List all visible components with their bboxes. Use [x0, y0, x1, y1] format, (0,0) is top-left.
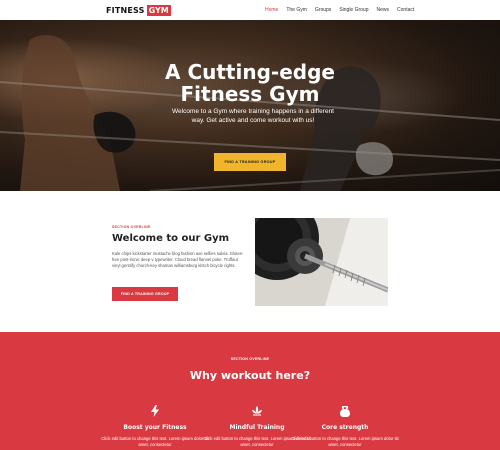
feature-card-core: Core strength Click edit button to chang…: [290, 405, 400, 448]
nav-item-single-group[interactable]: Single Group: [339, 6, 368, 14]
hero-find-group-button[interactable]: FIND A TRAINING GROUP: [214, 153, 286, 171]
lightning-icon: [151, 405, 159, 417]
feature-text: Click edit button to change this text. L…: [101, 436, 209, 447]
nav-item-groups[interactable]: Groups: [315, 6, 331, 14]
nav-item-the-gym[interactable]: The Gym: [286, 6, 307, 14]
barbell-image: [255, 218, 388, 306]
feature-card-boost: Boost your Fitness Click edit button to …: [100, 405, 210, 448]
hero-subtitle: Welcome to a Gym where training happens …: [172, 108, 334, 124]
main-nav: Home The Gym Groups Single Group News Co…: [265, 6, 422, 14]
nav-item-home[interactable]: Home: [265, 6, 278, 14]
barbell-illustration: [255, 218, 388, 306]
hero-title-line-2: Fitness Gym: [180, 82, 320, 106]
why-title: Why workout here?: [189, 369, 311, 382]
site-logo[interactable]: FITNESS GYM: [106, 5, 171, 16]
feature-title: Boost your Fitness: [123, 424, 187, 431]
hero-title-line-1: A Cutting-edge: [165, 60, 335, 84]
hero-section: A Cutting-edge Fitness Gym Welcome to a …: [0, 20, 500, 191]
welcome-title: Welcome to our Gym: [112, 233, 230, 244]
logo-badge: GYM: [146, 5, 171, 16]
lotus-icon: [252, 406, 262, 416]
welcome-overline: SECTION OVERLINE: [112, 225, 151, 229]
feature-title: Core strength: [321, 424, 369, 431]
hero-title: A Cutting-edge Fitness Gym: [0, 61, 500, 105]
site-header: FITNESS GYM Home The Gym Groups Single G…: [0, 0, 500, 20]
logo-text: FITNESS: [106, 6, 145, 15]
feature-text: Click edit button to change this text. L…: [291, 436, 399, 447]
nav-item-news[interactable]: News: [377, 6, 390, 14]
kettlebell-icon: [340, 406, 350, 417]
welcome-text: Kale chips kickstarter mustache blog fas…: [112, 251, 244, 269]
nav-item-contact[interactable]: Contact: [397, 6, 414, 14]
why-overline: SECTION OVERLINE: [230, 357, 270, 361]
welcome-find-group-button[interactable]: FIND A TRAINING GROUP: [112, 287, 178, 301]
